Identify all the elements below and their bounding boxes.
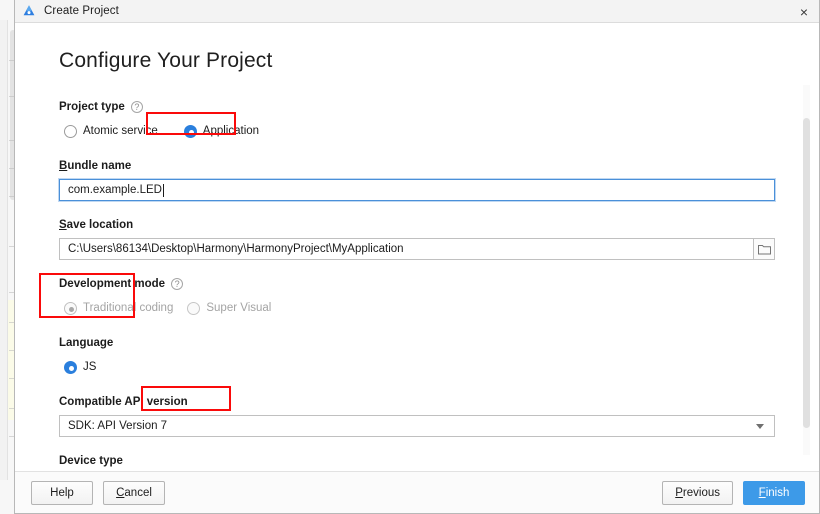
save-location-label-row: Save location	[59, 219, 775, 231]
language-label-row: Language	[59, 337, 775, 349]
radio-indicator	[64, 301, 77, 315]
radio-label: Application	[202, 125, 260, 137]
chevron-down-icon	[756, 423, 764, 429]
radio-label: Super Visual	[206, 302, 272, 314]
help-button[interactable]: Help	[31, 480, 93, 505]
bundle-name-label-row: Bundle name	[59, 160, 775, 172]
development-mode-options: Traditional coding Super Visual	[59, 297, 775, 319]
language-field: Language JS	[59, 337, 775, 378]
radio-application[interactable]: Application	[179, 122, 264, 141]
footer-left-buttons: Help Cancel	[31, 480, 165, 505]
dialog-body: Configure Your Project Project type ? At…	[15, 23, 819, 471]
save-location-value: C:\Users\86134\Desktop\Harmony\HarmonyPr…	[68, 243, 404, 255]
bundle-name-label: Bundle name	[59, 160, 132, 172]
configure-project-form: Configure Your Project Project type ? At…	[15, 23, 819, 471]
previous-button[interactable]: Previous	[662, 480, 733, 505]
development-mode-label-row: Development mode ?	[59, 278, 775, 290]
project-type-label-row: Project type ?	[59, 101, 775, 113]
radio-indicator	[64, 124, 77, 138]
device-type-label: Device type	[59, 455, 123, 467]
save-location-field: Save location C:\Users\86134\Desktop\Har…	[59, 219, 775, 260]
radio-indicator	[187, 301, 201, 315]
device-type-label-row: Device type	[59, 455, 775, 467]
radio-traditional-coding: Traditional coding	[59, 299, 178, 318]
development-mode-field: Development mode ? Traditional coding Su…	[59, 278, 775, 319]
form-scrollbar[interactable]	[803, 85, 810, 455]
footer-right-buttons: Previous Finish	[662, 480, 805, 505]
form-scrollbar-thumb[interactable]	[803, 118, 810, 428]
device-type-field: Device type Lite Wearable Smart Vision	[59, 455, 775, 471]
project-type-options: Atomic service Application	[59, 120, 775, 142]
api-version-label-row: Compatible API version	[59, 396, 775, 408]
api-version-label: Compatible API version	[59, 396, 188, 408]
deveco-logo-icon	[21, 3, 37, 19]
folder-icon[interactable]	[753, 238, 775, 260]
language-label: Language	[59, 337, 114, 349]
dialog-title-bar: Create Project ×	[15, 0, 819, 23]
dialog-title: Create Project	[44, 5, 119, 17]
radio-atomic-service[interactable]: Atomic service	[59, 122, 163, 141]
radio-label: Atomic service	[83, 125, 158, 137]
development-mode-label: Development mode	[59, 278, 166, 290]
bundle-name-field: Bundle name com.example.LED	[59, 160, 775, 201]
save-location-input[interactable]: C:\Users\86134\Desktop\Harmony\HarmonyPr…	[59, 238, 753, 260]
api-version-select[interactable]: SDK: API Version 7	[59, 415, 775, 437]
background-editor-gutter	[0, 20, 8, 480]
save-location-label: Save location	[59, 219, 134, 231]
api-version-field: Compatible API version SDK: API Version …	[59, 396, 775, 437]
close-icon[interactable]: ×	[789, 0, 819, 23]
help-icon[interactable]: ?	[171, 278, 184, 290]
radio-indicator	[64, 360, 77, 374]
save-location-row: C:\Users\86134\Desktop\Harmony\HarmonyPr…	[59, 238, 775, 260]
radio-super-visual: Super Visual	[182, 299, 276, 318]
radio-label: Traditional coding	[83, 302, 174, 314]
dialog-footer: Help Cancel Previous Finish	[15, 471, 819, 513]
bundle-name-input[interactable]: com.example.LED	[59, 179, 775, 201]
finish-button[interactable]: Finish	[743, 480, 805, 505]
create-project-dialog: Create Project × Configure Your Project …	[14, 0, 820, 514]
radio-js[interactable]: JS	[59, 358, 101, 377]
page-title: Configure Your Project	[59, 49, 273, 72]
radio-label: JS	[83, 361, 97, 373]
project-type-label: Project type	[59, 101, 125, 113]
bundle-name-value: com.example.LED	[68, 184, 162, 196]
cancel-button[interactable]: Cancel	[103, 480, 165, 505]
help-icon[interactable]: ?	[130, 101, 143, 113]
text-caret	[162, 183, 164, 197]
radio-indicator	[183, 124, 197, 138]
project-type-field: Project type ? Atomic service Applicatio…	[59, 101, 775, 142]
api-version-value: SDK: API Version 7	[68, 420, 168, 432]
language-options: JS	[59, 356, 775, 378]
